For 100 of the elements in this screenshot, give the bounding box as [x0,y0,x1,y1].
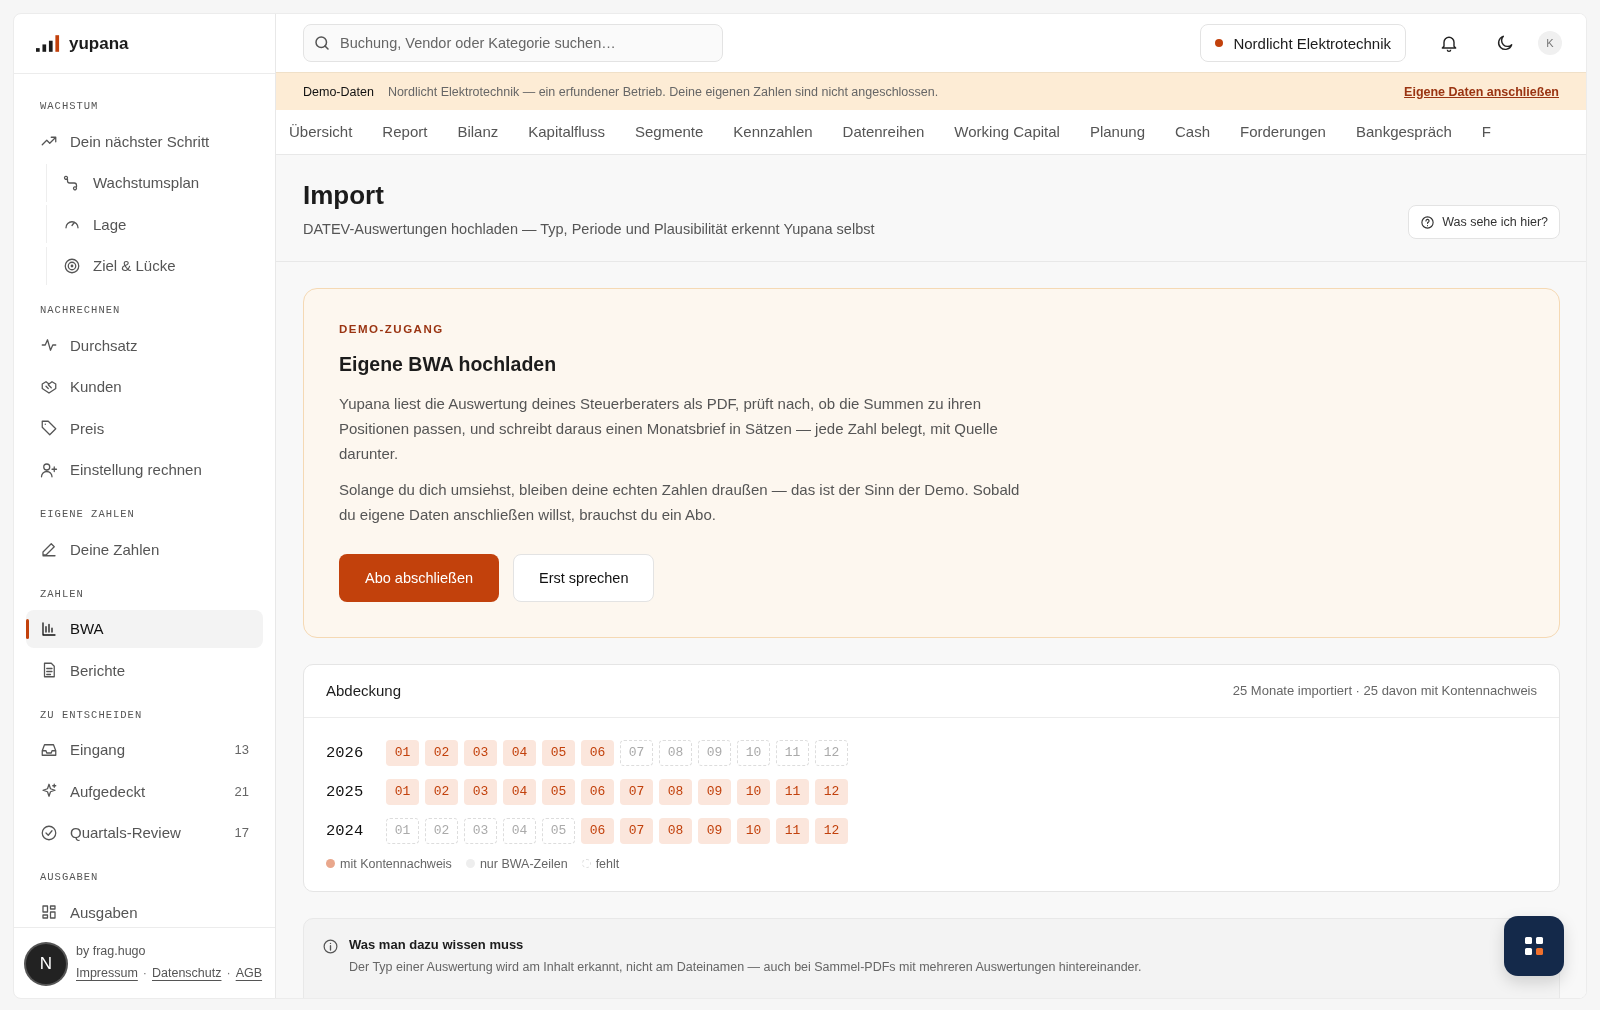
info-text: Der Typ einer Auswertung wird am Inhalt erkannt, nicht am Dateinamen — auch bei Sammel-PDFs mit mehreren Auswertungen hintereinander. [349,959,1142,974]
nav-tab[interactable]: Bankgespräch [1355,110,1452,154]
month-chip: 09 [698,817,731,844]
legend-label: fehlt [595,856,620,871]
eyebrow-label: DEMO-ZUGANG [339,323,445,335]
sidebar-item[interactable]: Preis [26,409,263,447]
nav-tab[interactable]: Working Capital [954,110,1060,154]
month-chip: 11 [776,817,809,844]
section-title: NACHRECHNEN [39,303,122,318]
month-chip: 12 [815,817,848,844]
month-chip: 04 [503,778,536,805]
nav-icon [40,903,58,921]
help-button[interactable]: Was sehe ich hier? [1408,205,1560,239]
footer-link[interactable]: Datenschutz [152,966,222,980]
subscribe-button[interactable]: Abo abschließen [339,553,499,602]
grid-icon [1524,936,1544,956]
month-chip: 04 [503,817,536,844]
section-title: EIGENE ZAHLEN [39,507,136,522]
month-chip: 06 [581,817,614,844]
nav-tab[interactable]: Segmente [634,110,704,154]
year-label: 2024 [326,821,365,840]
nav-tab[interactable]: Report [382,110,428,154]
nav-icon [40,823,58,842]
month-chip: 02 [425,739,458,766]
card-title: Eigene BWA hochladen [339,353,558,376]
nav-tab[interactable]: Kapitalfluss [528,110,605,154]
nav-icon [40,336,58,354]
nav-icon [40,782,58,800]
page-title: Import [303,179,385,211]
apps-button[interactable] [1504,916,1564,976]
sidebar-item[interactable]: Eingang 13 [26,730,263,769]
brand-name: yupana [69,33,129,54]
month-chip: 07 [620,778,653,805]
nav-tab[interactable]: Kennzahlen [733,110,813,154]
question-icon [1420,214,1436,230]
info-title: Was man dazu wissen muss [349,936,525,952]
nav-tab[interactable]: Planung [1089,110,1145,154]
legend-label: nur BWA-Zeilen [479,856,568,871]
legend-label: mit Kontennachweis [340,856,452,871]
month-chip: 10 [737,817,770,844]
card-paragraph: Yupana liest die Auswertung deines Steuerberaters als PDF, prüft nach, ob die Summen zu ihren Positionen passen, und schreibt daraus einen Monatsbrief in Sätzen — jede Zahl belegt, mit Quelle darunter. [339,394,999,464]
nav-tab[interactable]: Übersicht [289,110,353,154]
moon-icon[interactable] [1495,33,1515,53]
month-chip: 12 [815,778,848,805]
footer-link[interactable]: Impressum [76,966,138,980]
month-chip: 06 [581,739,614,766]
sidebar-item[interactable]: Ausgaben [26,893,263,927]
nav-icon [63,256,81,275]
dev-badge[interactable]: N [26,944,66,984]
banner-label: Demo-Daten [303,84,374,99]
nav-tab[interactable]: Bilanz [457,110,499,154]
month-chip: 07 [620,739,653,766]
month-chip: 05 [542,778,575,805]
footer-link[interactable]: AGB [235,966,263,980]
month-chip: 08 [659,739,692,766]
nav-icon [40,460,58,479]
nav-icon [40,419,58,437]
month-chip: 05 [542,817,575,844]
section-title: ZAHLEN [39,586,85,602]
sidebar-subitem[interactable]: Lage [46,205,263,243]
sidebar-item[interactable]: Einstellung rechnen [26,450,263,489]
month-chip: 01 [386,778,419,805]
month-chip: 10 [737,739,770,766]
sidebar-item[interactable]: Deine Zahlen [26,530,263,568]
month-chip: 12 [815,739,848,766]
year-label: 2026 [326,743,365,762]
sidebar-item[interactable]: Berichte [26,651,263,689]
sidebar-item[interactable]: Kunden [26,367,263,406]
month-chip: 11 [776,739,809,766]
connect-link[interactable]: Eigene Daten anschließen [1404,84,1559,99]
sidebar-item[interactable]: BWA [26,609,263,648]
sidebar-subitem[interactable]: Wachstumsplan [46,163,263,202]
month-chip: 03 [464,739,497,766]
sidebar-item[interactable]: Dein nächster Schritt [26,122,263,160]
month-chip: 04 [503,739,536,766]
separator-dot: · [226,966,231,980]
month-chip: 10 [737,778,770,805]
logo-icon [36,35,60,52]
company-switcher[interactable]: Nordlicht Elektrotechnik [1200,24,1406,62]
sidebar-item[interactable]: Durchsatz [26,326,263,364]
sidebar-item[interactable]: Quartals-Review 17 [26,813,263,852]
avatar[interactable]: K [1538,31,1562,55]
month-chip: 09 [698,778,731,805]
month-chip: 03 [464,817,497,844]
month-chip: 09 [698,739,731,766]
section-title: ZU ENTSCHEIDEN [39,707,144,723]
month-chip: 05 [542,739,575,766]
nav-tab[interactable]: Cash [1175,110,1211,154]
search-field[interactable]: Buchung, Vendor oder Kategorie suchen… [303,24,723,62]
month-chip: 11 [776,778,809,805]
sidebar-item[interactable]: Aufgedeckt 21 [26,772,263,810]
month-chip: 02 [425,778,458,805]
nav-tab[interactable]: F [1481,110,1491,154]
section-title: AUSGABEN [39,870,100,885]
nav-tab[interactable]: Datenreihen [842,110,925,154]
nav-tab[interactable]: Forderungen [1240,110,1326,154]
talk-button[interactable]: Erst sprechen [513,553,655,602]
sidebar-subitem[interactable]: Ziel & Lücke [46,246,263,285]
coverage-summary: 25 Monate importiert · 25 davon mit Kontennachweis [1232,683,1537,699]
year-label: 2025 [326,782,365,801]
